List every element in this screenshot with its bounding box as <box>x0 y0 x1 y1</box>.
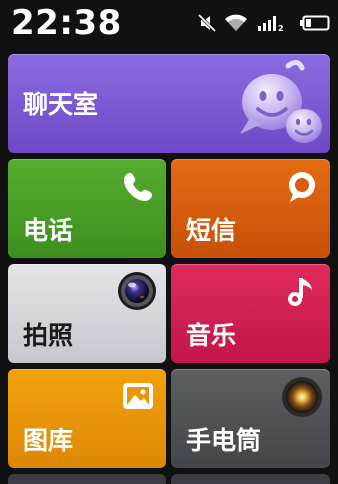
phone-icon <box>124 172 153 201</box>
tile-sms-label: 短信 <box>186 216 237 245</box>
mute-icon <box>197 14 217 32</box>
tile-sms[interactable]: 短信 <box>171 159 330 258</box>
next-row-tile-right[interactable] <box>171 474 330 484</box>
tile-gallery-label: 图库 <box>23 426 74 455</box>
message-bubble-icon <box>289 172 315 202</box>
tile-music[interactable]: 音乐 <box>171 264 330 363</box>
chat-smiley-icon <box>240 60 322 143</box>
signal-sim-label: 2 <box>278 24 284 32</box>
status-time: 22:38 <box>11 3 122 43</box>
tile-chat-room[interactable]: 聊天室 <box>8 54 330 153</box>
next-row-tile-left[interactable] <box>8 474 166 484</box>
camera-lens-icon <box>118 272 156 310</box>
tile-music-label: 音乐 <box>186 321 237 350</box>
tile-flashlight-label: 手电筒 <box>186 426 262 455</box>
battery-icon <box>300 15 330 31</box>
tile-gallery[interactable]: 图库 <box>8 369 166 468</box>
wifi-icon <box>225 14 247 31</box>
status-bar: 22:38 2 <box>0 0 338 46</box>
gallery-icon <box>123 383 153 409</box>
signal-icon: 2 <box>258 16 284 32</box>
tile-flashlight[interactable]: 手电筒 <box>171 369 330 468</box>
flashlight-icon <box>282 377 322 417</box>
tile-phone[interactable]: 电话 <box>8 159 166 258</box>
tile-camera[interactable]: 拍照 <box>8 264 166 363</box>
music-note-icon <box>288 278 312 306</box>
tile-phone-label: 电话 <box>23 216 74 245</box>
tile-chat-room-label: 聊天室 <box>23 90 99 119</box>
tile-camera-label: 拍照 <box>23 321 74 350</box>
